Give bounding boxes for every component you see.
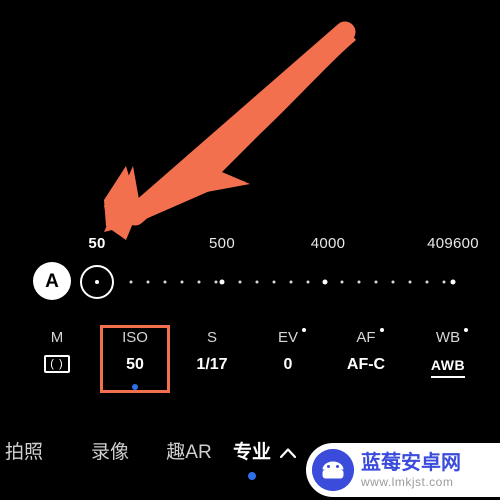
iso-tick-dot[interactable] — [289, 280, 293, 284]
param-value-wb: AWB — [430, 355, 466, 378]
mode-tab-label: 录像 — [90, 442, 130, 463]
metering-mode-icon: ( ) — [44, 355, 70, 373]
iso-tick-dot[interactable] — [306, 280, 310, 284]
mode-tab-label: 趣AR — [166, 442, 212, 463]
watermark-text-block: 蓝莓安卓网 www.lmkjst.com — [361, 452, 461, 489]
iso-tick-dot[interactable] — [197, 280, 201, 284]
chevron-up-icon[interactable] — [278, 444, 298, 464]
watermark-title: 蓝莓安卓网 — [361, 451, 461, 474]
param-modified-dot-icon — [379, 328, 384, 332]
iso-tick-dot[interactable] — [450, 279, 456, 285]
iso-tick-dot[interactable] — [357, 280, 361, 284]
param-item-m[interactable]: M ( ) — [15, 322, 99, 396]
param-item-wb[interactable]: WB AWB — [406, 322, 490, 396]
iso-scale-label[interactable]: 500 — [209, 234, 235, 254]
param-value-af: AF-C — [346, 356, 386, 373]
mode-tab-label: 拍照 — [4, 442, 44, 463]
iso-tick-dot[interactable] — [146, 280, 150, 284]
mode-tab[interactable]: 趣AR — [166, 436, 211, 466]
param-label-iso: ISO — [122, 329, 148, 346]
param-label-af: AF — [356, 322, 384, 347]
mode-tab[interactable]: 拍照 — [5, 436, 43, 466]
iso-tick-dot[interactable] — [408, 280, 412, 284]
param-label-wb: WB — [436, 322, 469, 347]
param-active-indicator — [132, 384, 138, 390]
iso-tick-dot[interactable] — [255, 280, 259, 284]
iso-tick-dot[interactable] — [219, 279, 225, 285]
iso-tick-dot[interactable] — [163, 280, 167, 284]
iso-tick-dot[interactable] — [180, 280, 184, 284]
iso-tick-dot[interactable] — [214, 280, 218, 284]
mode-tab[interactable]: 录像 — [91, 436, 129, 466]
iso-tick-dot[interactable] — [442, 280, 446, 284]
watermark-url: www.lmkjst.com — [361, 474, 454, 489]
mode-tab[interactable]: 专业 — [232, 436, 272, 480]
pro-parameter-bar: M ( ) ISO 50 S 1/17 EV 0 AF AF-C WB AWB — [0, 322, 500, 396]
iso-tick-dot[interactable] — [425, 280, 429, 284]
mode-tab-label: 专业 — [232, 442, 272, 463]
iso-tick-dot[interactable] — [238, 280, 242, 284]
iso-tick-dot[interactable] — [322, 279, 328, 285]
param-item-s[interactable]: S 1/17 — [170, 322, 254, 396]
param-value-ev: 0 — [283, 356, 293, 373]
iso-scale-label[interactable]: 4000 — [311, 234, 346, 254]
param-value-iso: 50 — [126, 356, 144, 373]
iso-slider-track[interactable] — [0, 258, 500, 306]
auto-iso-button[interactable]: A — [33, 262, 71, 300]
iso-slider-handle[interactable] — [80, 265, 114, 299]
iso-slider-row[interactable]: A — [0, 258, 500, 306]
mode-active-indicator — [247, 472, 256, 480]
param-label-ev: EV — [278, 322, 306, 347]
param-item-iso[interactable]: ISO 50 — [93, 322, 177, 396]
iso-tick-dot[interactable] — [391, 280, 395, 284]
param-modified-dot-icon — [302, 328, 306, 332]
iso-tick-dot[interactable] — [374, 280, 378, 284]
param-label-m: M — [50, 329, 64, 346]
iso-tick-dot[interactable] — [129, 280, 133, 284]
param-item-af[interactable]: AF AF-C — [324, 322, 408, 396]
iso-scale-label[interactable]: 50 — [88, 234, 105, 254]
android-robot-logo — [312, 449, 354, 491]
iso-scale-label[interactable]: 409600 — [427, 234, 479, 254]
iso-tick-dot[interactable] — [272, 280, 276, 284]
param-item-ev[interactable]: EV 0 — [246, 322, 330, 396]
iso-tick-dot[interactable] — [340, 280, 344, 284]
param-label-s: S — [206, 329, 217, 346]
param-value-s: 1/17 — [196, 356, 228, 373]
param-modified-dot-icon — [464, 328, 469, 332]
camera-pro-mode-screen: 50 500 4000 409600 A M ( ) ISO 50 S 1/17 EV 0 AF AF-… — [0, 0, 500, 500]
iso-scale-labels: 50 500 4000 409600 — [0, 234, 500, 256]
site-watermark: 蓝莓安卓网 www.lmkjst.com — [306, 443, 500, 497]
